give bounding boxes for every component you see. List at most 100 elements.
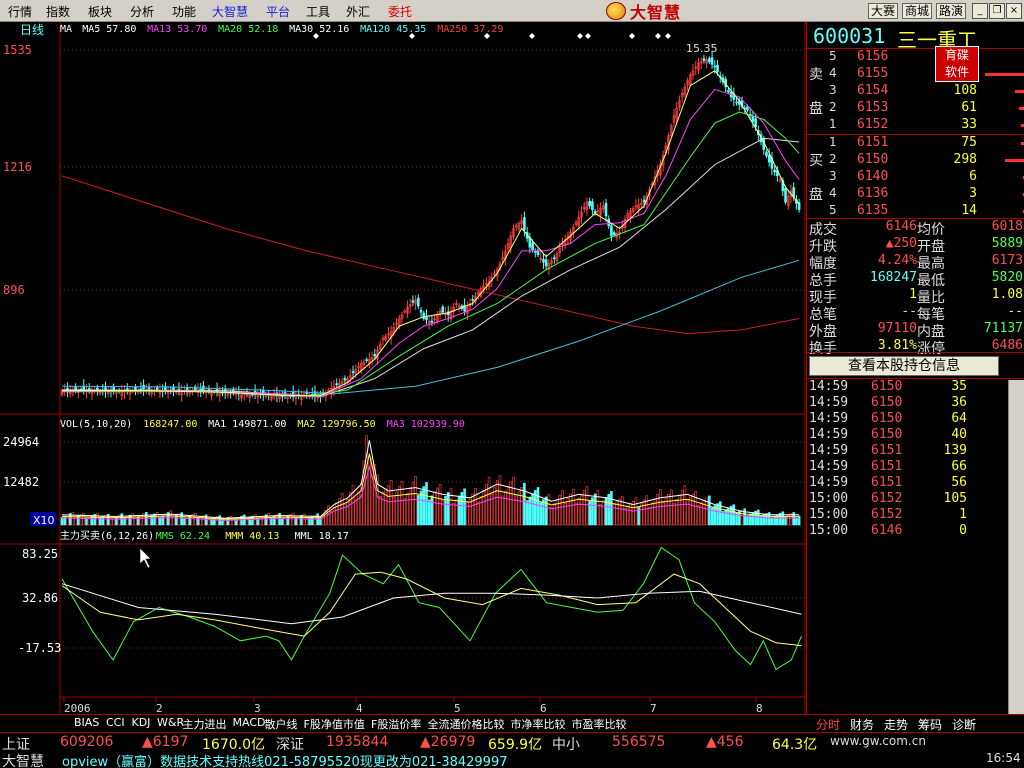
stat-value: 3.81% — [877, 338, 917, 353]
tick-row[interactable]: 14:59 6150 64 — [807, 411, 1007, 427]
x-tick-label: 5 — [454, 702, 461, 714]
indicator-tab-10[interactable]: 市净率比较 — [511, 716, 566, 732]
stat-value: -- — [901, 304, 917, 319]
menu-item-0[interactable]: 行情 — [8, 3, 32, 20]
news-ticker[interactable]: opview（赢富）数据技术支持热线021-58795520现更改为021-38… — [62, 751, 508, 768]
volume-bar — [158, 517, 162, 526]
restore-icon[interactable]: ❐ — [989, 3, 1005, 19]
menu-item-8[interactable]: 外汇 — [346, 3, 370, 20]
stock-chart[interactable]: 日线 MA MA5 57.80 MA13 53.70 MA20 52.18 MA30 5… — [0, 22, 806, 714]
close-icon[interactable]: × — [1006, 3, 1022, 19]
sells-row-1[interactable]: 4 6155 — [807, 66, 1024, 83]
indicator-tab-2[interactable]: KDJ — [132, 716, 151, 729]
candle-body — [542, 258, 545, 263]
menu-item-3[interactable]: 分析 — [130, 3, 154, 20]
candle-body — [441, 306, 445, 313]
mall-button[interactable]: 商城 — [902, 3, 933, 19]
indicator-tab-1[interactable]: CCI — [106, 716, 125, 729]
level-number: 3 — [829, 169, 837, 183]
tick-row[interactable]: 15:00 6146 0 — [807, 523, 1007, 539]
indicator-tab-7[interactable]: F股净值市值 — [304, 716, 365, 732]
right-tab-3[interactable]: 筹码 — [918, 716, 942, 733]
tick-row[interactable]: 14:59 6150 36 — [807, 395, 1007, 411]
menu-item-5[interactable]: 大智慧 — [212, 3, 248, 20]
tick-volume: 105 — [943, 491, 967, 506]
right-tab-2[interactable]: 走势 — [884, 716, 908, 733]
menu-item-2[interactable]: 板块 — [88, 3, 112, 20]
tick-row[interactable]: 15:00 6152 1 — [807, 507, 1007, 523]
price-tick-1535: 1535 — [3, 43, 32, 57]
indicator-tab-8[interactable]: F股溢价率 — [371, 716, 421, 732]
menu-item-4[interactable]: 功能 — [172, 3, 196, 20]
buys-row-2[interactable]: 3 6140 6 — [807, 169, 1024, 186]
menu-item-6[interactable]: 平台 — [266, 3, 290, 20]
candle-body — [784, 188, 787, 203]
volume-bar — [724, 509, 727, 526]
right-tab-1[interactable]: 财务 — [850, 716, 874, 733]
buys-row-1[interactable]: 2 6150 298 — [807, 152, 1024, 169]
ad-badge[interactable]: 育碟 软件 — [935, 46, 979, 82]
minimize-icon[interactable]: _ — [972, 3, 988, 19]
stat-value-2: 6018 — [991, 219, 1023, 234]
indicator-tab-3[interactable]: W&R — [157, 716, 184, 729]
sells-row-0[interactable]: 5 6156 — [807, 49, 1024, 66]
candle-body — [343, 378, 347, 381]
sells-row-2[interactable]: 3 6154 108 — [807, 83, 1024, 100]
tick-scrollbar[interactable] — [1008, 380, 1024, 714]
indicator-tab-4[interactable]: 主力进出 — [183, 716, 227, 732]
tick-price: 6152 — [871, 507, 903, 522]
site-url[interactable]: www.gw.com.cn — [830, 734, 926, 748]
tick-time: 14:59 — [809, 427, 849, 442]
volume-bar — [425, 482, 428, 526]
right-tab-0[interactable]: 分时 — [816, 716, 840, 733]
indicator-tab-6[interactable]: 散户线 — [265, 716, 298, 732]
buys-row-3[interactable]: 4 6136 3 — [807, 186, 1024, 203]
tick-time: 14:59 — [809, 411, 849, 426]
roadshow-button[interactable]: 路演 — [936, 3, 967, 19]
sells-row-3[interactable]: 2 6153 61 — [807, 100, 1024, 117]
tick-time: 14:59 — [809, 379, 849, 394]
buys-row-0[interactable]: 1 6151 75 — [807, 135, 1024, 152]
tick-row[interactable]: 15:00 6152 105 — [807, 491, 1007, 507]
menu-item-9[interactable]: 委托 — [388, 3, 412, 20]
volume-bar — [463, 488, 466, 526]
menu-bar: 行情 指数 板块 分析 功能 大智慧 平台 工具 外汇 委托 大智慧 大赛 商城 路演 _ ❐ × — [0, 0, 1024, 22]
volume-bar — [422, 486, 426, 526]
vol-legend: VOL(5,10,20) 168247.00 MA1 149871.00 MA2 12… — [60, 419, 465, 430]
volume-bar — [544, 496, 548, 526]
candle-body — [533, 251, 537, 253]
level-volume: 33 — [961, 117, 977, 132]
tick-row[interactable]: 14:59 6151 66 — [807, 459, 1007, 475]
tick-price: 6151 — [871, 475, 903, 490]
indicator-tab-5[interactable]: MACD — [233, 716, 266, 729]
tick-row[interactable]: 14:59 6151 139 — [807, 443, 1007, 459]
view-holdings-button[interactable]: 查看本股持仓信息 — [809, 356, 999, 376]
tick-time: 14:59 — [809, 395, 849, 410]
candle-body — [702, 58, 706, 61]
candle-body — [199, 388, 203, 391]
right-tab-4[interactable]: 诊断 — [952, 716, 976, 733]
tick-row[interactable]: 14:59 6151 56 — [807, 475, 1007, 491]
ma-legend-item-0: MA — [60, 24, 72, 35]
indicator-tab-9[interactable]: 全流通价格比较 — [428, 716, 505, 732]
candle-body — [365, 359, 368, 361]
indicator-tab-11[interactable]: 市盈率比较 — [572, 716, 627, 732]
ind-tick-83: 83.25 — [22, 547, 58, 561]
tick-row[interactable]: 14:59 6150 40 — [807, 427, 1007, 443]
x-tick-label: 2006 — [64, 702, 91, 714]
clock: 16:54 — [986, 751, 1021, 765]
tick-row[interactable]: 14:59 6150 35 — [807, 379, 1007, 395]
contest-button[interactable]: 大赛 — [868, 3, 899, 19]
menu-item-7[interactable]: 工具 — [306, 3, 330, 20]
candle-body — [727, 89, 730, 93]
level-volume: 108 — [953, 83, 977, 98]
indicator-tab-0[interactable]: BIAS — [74, 716, 99, 729]
level-price: 6135 — [857, 203, 889, 218]
menu-item-1[interactable]: 指数 — [46, 3, 70, 20]
sells-row-4[interactable]: 1 6152 33 — [807, 117, 1024, 134]
volume-bar — [251, 515, 254, 526]
tick-time: 14:59 — [809, 443, 849, 458]
tick-volume: 66 — [951, 459, 967, 474]
volume-bar — [161, 515, 164, 526]
stat-value: 1 — [909, 287, 917, 302]
